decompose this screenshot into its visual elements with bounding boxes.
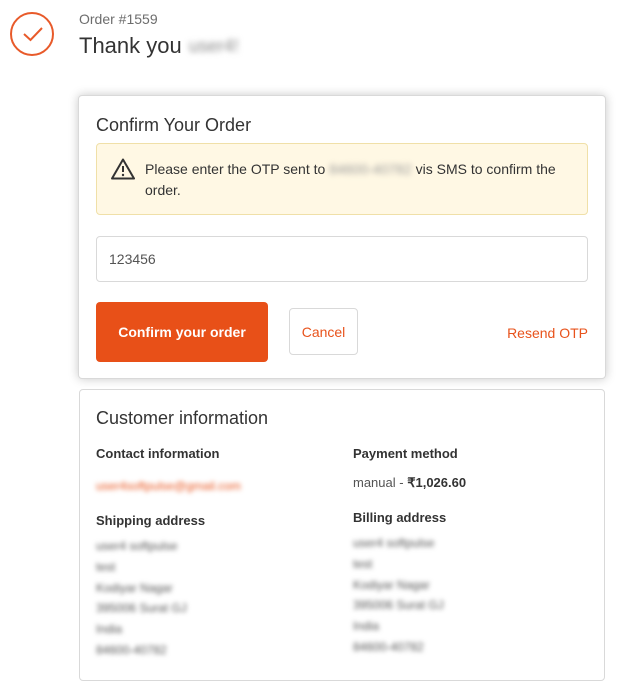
masked-phone-number: 84600-40782 [329,161,412,177]
payment-separator: - [395,475,408,490]
payment-method: Payment method manual - ₹1,026.60 [353,446,583,491]
page-title: Thank you user4! [79,33,239,59]
customer-information-card: Customer information Contact information… [79,389,605,681]
confirm-order-card: Confirm Your Order Please enter the OTP … [78,95,606,379]
contact-email: user4softpulse@gmail.com [96,479,241,493]
shipping-line: India [96,622,123,637]
billing-line: India [353,619,380,634]
order-confirmed-checkmark-icon [10,12,54,56]
contact-information: Contact information user4softpulse@gmail… [96,446,326,493]
shipping-address-lines: user4 softpulse test Kodiyar Nagar 39500… [96,536,326,661]
otp-notice-text: Please enter the OTP sent to 84600-40782… [145,159,565,201]
billing-address: Billing address user4 softpulse test Kod… [353,510,583,658]
payment-value: manual - ₹1,026.60 [353,475,583,491]
cancel-button[interactable]: Cancel [289,308,358,355]
shipping-line: 84600-40782 [96,642,167,657]
otp-notice: Please enter the OTP sent to 84600-40782… [96,143,588,215]
billing-line: Kodiyar Nagar [353,577,430,592]
billing-line: user4 softpulse [353,536,435,550]
notice-text-prefix: Please enter the OTP sent to [145,161,330,177]
order-number: Order #1559 [79,11,158,27]
thank-you-text: Thank you [79,33,182,58]
payment-method-name: manual [353,475,396,490]
confirm-order-button[interactable]: Confirm your order [96,302,268,362]
shipping-line: test [96,559,116,574]
billing-heading: Billing address [353,510,447,525]
shipping-line: user4 softpulse [96,539,178,553]
contact-heading: Contact information [96,446,220,461]
payment-heading: Payment method [353,446,458,461]
billing-line: 395006 Surat GJ [353,598,444,613]
shipping-heading: Shipping address [96,513,206,528]
billing-line: test [353,556,373,571]
customer-name: user4! [188,35,239,56]
customer-info-title: Customer information [96,408,269,428]
payment-amount: ₹1,026.60 [407,475,467,490]
resend-otp-link[interactable]: Resend OTP [507,325,588,341]
billing-address-lines: user4 softpulse test Kodiyar Nagar 39500… [353,533,583,658]
otp-input[interactable] [96,236,588,282]
warning-triangle-icon [111,158,135,185]
shipping-line: 395006 Surat GJ [96,601,187,616]
shipping-line: Kodiyar Nagar [96,580,173,595]
confirm-order-title: Confirm Your Order [96,115,252,135]
shipping-address: Shipping address user4 softpulse test Ko… [96,513,326,661]
billing-line: 84600-40782 [353,639,424,654]
